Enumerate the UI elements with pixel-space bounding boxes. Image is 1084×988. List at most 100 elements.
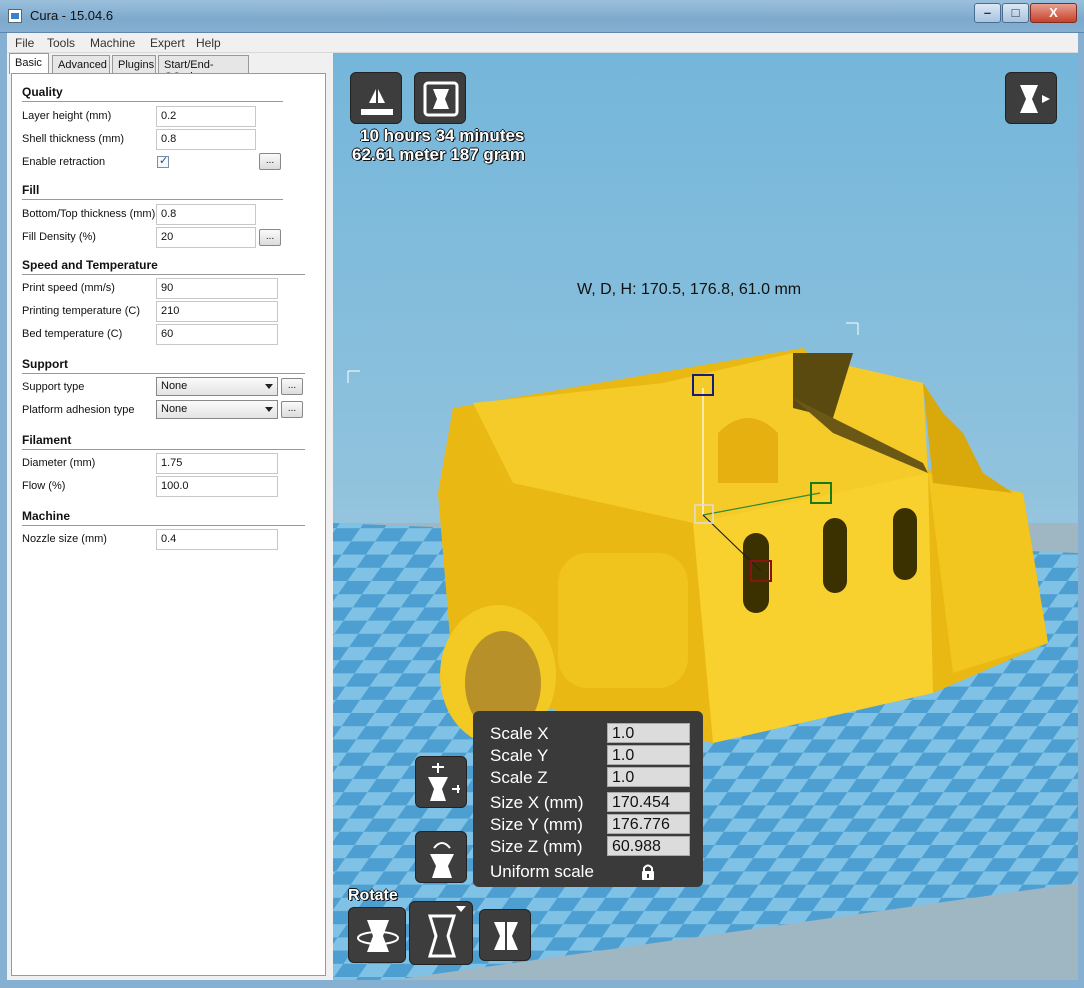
window-titlebar: Cura - 15.04.6 – □ X <box>0 0 1084 33</box>
size-y-label: Size Y (mm) <box>490 815 583 834</box>
shell-thickness-input[interactable]: 0.8 <box>156 129 256 150</box>
diameter-input[interactable]: 1.75 <box>156 453 278 474</box>
chevron-down-icon <box>265 407 273 412</box>
size-y-input[interactable]: 176.776 <box>607 814 690 834</box>
size-x-label: Size X (mm) <box>490 793 584 812</box>
menu-help[interactable]: Help <box>196 36 221 50</box>
uniform-scale-label: Uniform scale <box>490 862 594 881</box>
bed-temperature-label: Bed temperature (C) <box>22 328 123 340</box>
section-speed-temperature: Speed and Temperature <box>22 258 158 272</box>
divider <box>22 449 305 450</box>
rotate-reset-button[interactable] <box>348 907 406 963</box>
tab-advanced[interactable]: Advanced <box>52 55 110 74</box>
lay-flat-button[interactable] <box>409 901 473 965</box>
window-title: Cura - 15.04.6 <box>30 8 114 23</box>
section-filament: Filament <box>22 433 72 447</box>
layer-height-label: Layer height (mm) <box>22 110 112 122</box>
scale-z-input[interactable]: 1.0 <box>607 767 690 787</box>
minimize-button[interactable]: – <box>974 3 1001 23</box>
mirror-icon <box>430 842 454 878</box>
scale-y-input[interactable]: 1.0 <box>607 745 690 765</box>
section-support: Support <box>22 357 68 371</box>
enable-retraction-label: Enable retraction <box>22 156 106 168</box>
flow-label: Flow (%) <box>22 480 66 492</box>
size-x-input[interactable]: 170.454 <box>607 792 690 812</box>
tab-plugins[interactable]: Plugins <box>112 55 156 74</box>
printing-temperature-input[interactable]: 210 <box>156 301 278 322</box>
view-mode-icon <box>1020 85 1050 113</box>
print-time: 10 hours 34 minutes <box>360 126 525 145</box>
window-frame-right <box>1078 33 1084 988</box>
model-dimensions: W, D, H: 170.5, 176.8, 61.0 mm <box>577 281 802 298</box>
layer-height-input[interactable]: 0.2 <box>156 106 256 127</box>
divider <box>22 274 305 275</box>
bottom-top-thickness-label: Bottom/Top thickness (mm) <box>22 208 156 220</box>
divider <box>22 199 283 200</box>
scale-panel: Scale X 1.0 Scale Y 1.0 Scale Z 1.0 Size… <box>473 711 703 887</box>
app-icon <box>8 9 22 23</box>
load-model-button[interactable] <box>350 72 402 124</box>
divider <box>22 525 305 526</box>
menu-expert[interactable]: Expert <box>150 36 185 50</box>
diameter-label: Diameter (mm) <box>22 457 96 469</box>
lock-icon[interactable] <box>640 863 656 881</box>
tab-basic[interactable]: Basic <box>9 53 49 74</box>
section-quality: Quality <box>22 85 63 99</box>
print-speed-input[interactable]: 90 <box>156 278 278 299</box>
print-save-button[interactable] <box>414 72 466 124</box>
scale-z-label: Scale Z <box>490 768 548 787</box>
platform-adhesion-value: None <box>161 403 188 415</box>
load-model-icon <box>361 87 393 115</box>
support-type-value: None <box>161 380 188 392</box>
scale-tool-button[interactable] <box>415 756 467 808</box>
section-machine: Machine <box>22 509 71 523</box>
mirror-tool-button[interactable] <box>415 831 467 883</box>
rotate-free-icon <box>494 918 518 954</box>
scale-y-label: Scale Y <box>490 746 549 765</box>
size-z-input[interactable]: 60.988 <box>607 836 690 856</box>
3d-viewport[interactable]: 10 hours 34 minutes 62.61 meter 187 gram… <box>333 53 1078 980</box>
divider <box>22 101 283 102</box>
rotate-free-button[interactable] <box>479 909 531 961</box>
scale-x-label: Scale X <box>490 724 549 743</box>
rotate-label: Rotate <box>348 887 398 904</box>
shell-thickness-label: Shell thickness (mm) <box>22 133 125 145</box>
window-frame-bottom <box>0 980 1084 988</box>
tab-start-end-gcode[interactable]: Start/End-GCode <box>158 55 249 83</box>
print-speed-label: Print speed (mm/s) <box>22 282 115 294</box>
section-fill: Fill <box>22 183 40 197</box>
scale-x-input[interactable]: 1.0 <box>607 723 690 743</box>
nozzle-size-label: Nozzle size (mm) <box>22 533 107 545</box>
support-more-button[interactable]: ... <box>281 378 303 395</box>
adhesion-more-button[interactable]: ... <box>281 401 303 418</box>
basic-settings: Quality Layer height (mm) 0.2 Shell thic… <box>11 73 326 976</box>
rotate-reset-icon <box>357 920 399 952</box>
menu-tools[interactable]: Tools <box>47 36 75 50</box>
size-z-label: Size Z (mm) <box>490 837 583 856</box>
menu-machine[interactable]: Machine <box>90 36 135 50</box>
lay-flat-icon <box>427 906 466 958</box>
flow-input[interactable]: 100.0 <box>156 476 278 497</box>
view-mode-button[interactable] <box>1005 72 1057 124</box>
platform-adhesion-select[interactable]: None <box>156 400 278 419</box>
material-usage: 62.61 meter 187 gram <box>352 145 525 164</box>
close-button[interactable]: X <box>1030 3 1077 23</box>
bed-temperature-input[interactable]: 60 <box>156 324 278 345</box>
fill-density-input[interactable]: 20 <box>156 227 256 248</box>
scale-icon <box>428 763 460 801</box>
enable-retraction-checkbox[interactable] <box>157 154 169 168</box>
retraction-more-button[interactable]: ... <box>259 153 281 170</box>
settings-panel: Basic Advanced Plugins Start/End-GCode Q… <box>7 53 333 980</box>
menu-file[interactable]: File <box>15 36 34 50</box>
support-type-label: Support type <box>22 381 85 393</box>
printing-temperature-label: Printing temperature (C) <box>22 305 140 317</box>
fill-more-button[interactable]: ... <box>259 229 281 246</box>
print-save-icon <box>423 81 459 117</box>
nozzle-size-input[interactable]: 0.4 <box>156 529 278 550</box>
divider <box>22 373 305 374</box>
maximize-button[interactable]: □ <box>1002 3 1029 23</box>
chevron-down-icon <box>265 384 273 389</box>
bottom-top-thickness-input[interactable]: 0.8 <box>156 204 256 225</box>
support-type-select[interactable]: None <box>156 377 278 396</box>
platform-adhesion-label: Platform adhesion type <box>22 404 135 416</box>
